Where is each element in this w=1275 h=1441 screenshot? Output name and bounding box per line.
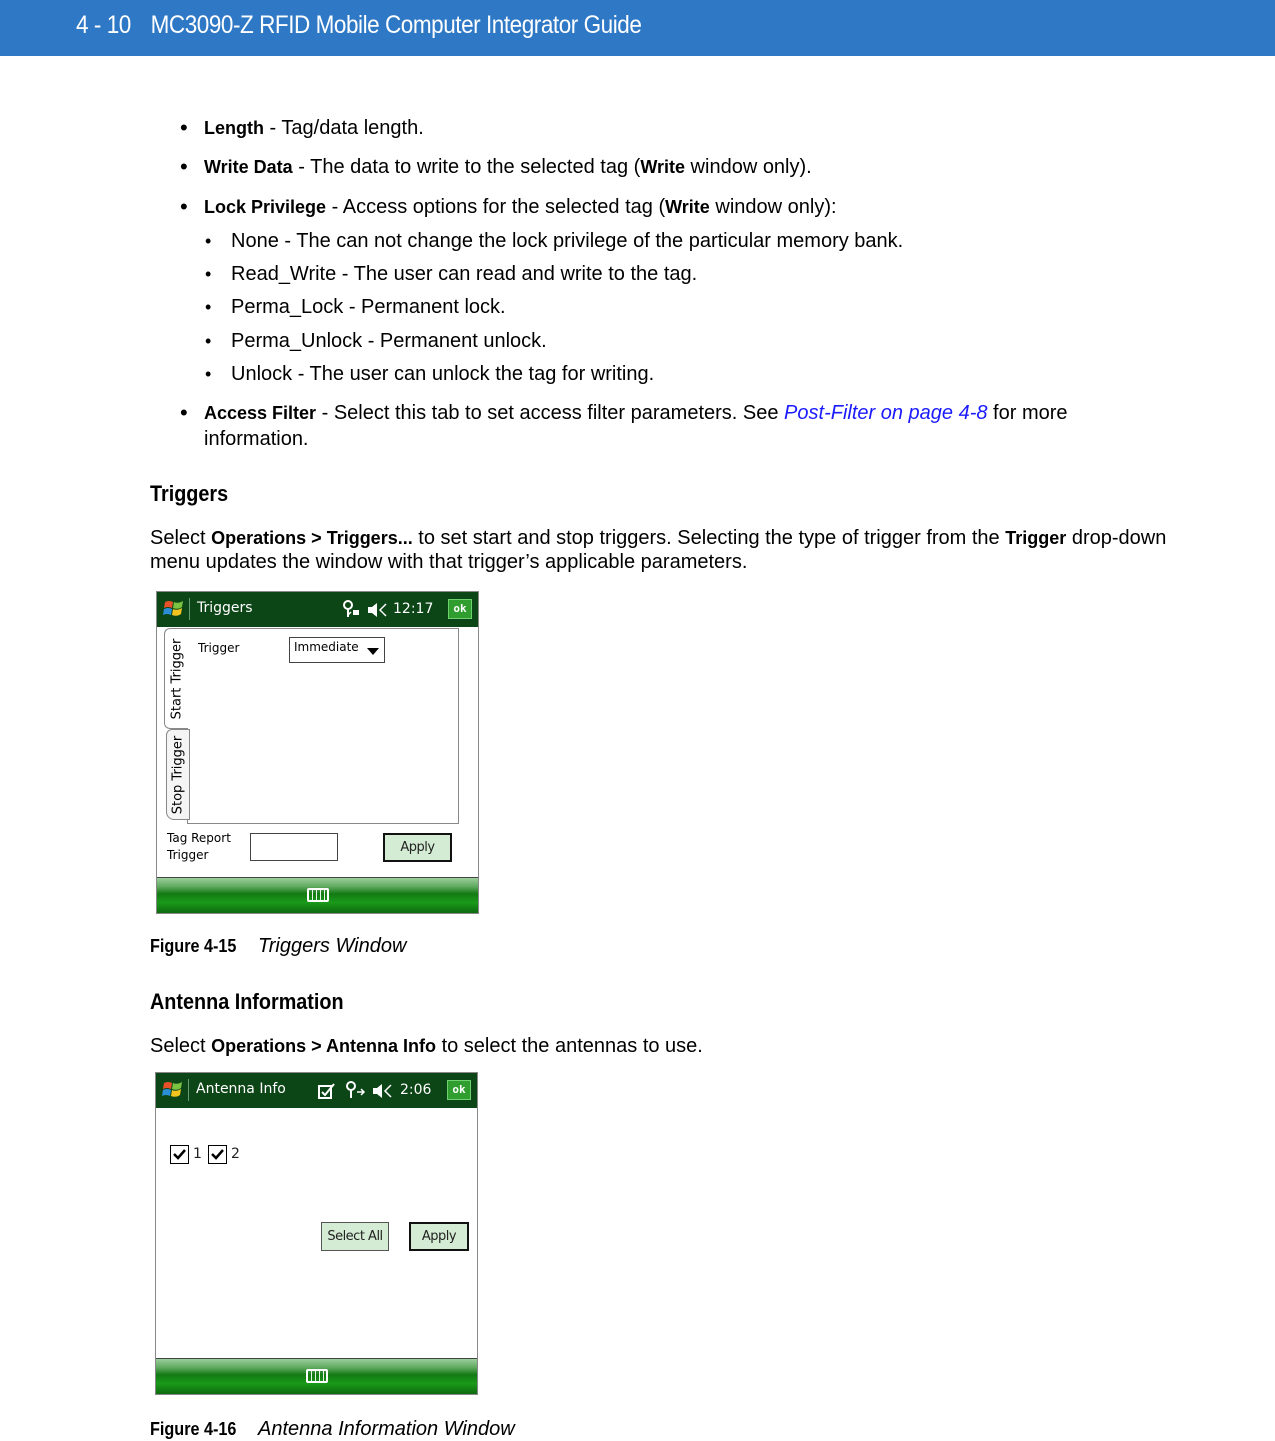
keyboard-icon[interactable] [305,1369,328,1383]
title-bar: Antenna Info 2:06 ok [156,1073,477,1108]
triggers-paragraph-line1: Select Operations > Triggers... to set s… [150,527,1167,549]
tab-start-trigger[interactable]: Start Trigger [164,628,188,729]
sub-bullet: • None - The can not change the lock priv… [205,230,904,252]
section-heading-antenna: Antenna Information [150,989,344,1014]
doc-title: MC3090-Z RFID Mobile Computer Integrator… [150,11,642,39]
windows-start-icon[interactable] [163,598,185,620]
window-title: Antenna Info [196,1081,286,1097]
tab-stop-trigger[interactable]: Stop Trigger [166,729,190,820]
tag-report-trigger-label: Tag Report Trigger [167,831,231,862]
clock[interactable]: 12:17 [393,601,433,617]
triggers-window: Triggers 12:17 ok Start Trigger Stop Tri… [156,591,479,914]
antenna-1-checkbox[interactable] [170,1145,189,1164]
ok-button[interactable]: ok [448,599,472,619]
bullet-access-filter: • Access Filter - Select this tab to set… [180,400,1068,425]
volume-icon[interactable] [367,601,389,619]
chevron-down-icon [367,648,379,655]
page-header: 4 - 10 MC3090-Z RFID Mobile Computer Inte… [0,0,1275,56]
header-text: 4 - 10 MC3090-Z RFID Mobile Computer Inte… [76,11,642,40]
post-filter-link[interactable]: Post-Filter on page 4-8 [784,402,987,424]
trigger-dropdown[interactable]: Immediate [289,637,385,663]
antenna-paragraph: Select Operations > Antenna Info to sele… [150,1035,703,1057]
antenna-1-label: 1 [193,1146,202,1162]
antenna-info-window: Antenna Info 2:06 ok 1 2 Select All Appl… [155,1072,478,1395]
checkbox-tray-icon[interactable] [318,1082,336,1100]
figure-caption-4-15: Figure 4-15 Triggers Window [150,935,407,957]
title-bar: Triggers 12:17 ok [157,592,478,627]
tag-report-trigger-input[interactable] [250,833,338,861]
section-heading-triggers: Triggers [150,481,229,506]
checkmark-icon [173,1149,186,1160]
keyboard-icon[interactable] [306,888,329,902]
page-number: 4 - 10 [76,11,131,39]
trigger-label: Trigger [198,641,240,655]
volume-icon[interactable] [372,1082,394,1100]
window-title: Triggers [197,600,253,616]
bullet-write-data: • Write Data - The data to write to the … [180,154,812,179]
bullet-length: • Length - Tag/data length. [180,115,424,140]
bullet-access-filter-line2: information. [204,428,309,450]
bottom-menu-bar [156,1358,477,1394]
clock[interactable]: 2:06 [400,1082,431,1098]
triggers-paragraph-line2: menu updates the window with that trigge… [150,551,748,573]
sub-bullet: • Read_Write - The user can read and writ… [205,263,698,285]
connectivity-icon[interactable] [344,1080,366,1100]
ok-button[interactable]: ok [447,1080,471,1100]
connectivity-icon[interactable] [341,599,361,619]
bottom-menu-bar [157,877,478,913]
antenna-2-label: 2 [231,1146,240,1162]
bullet-lock-privilege: • Lock Privilege - Access options for th… [180,194,837,219]
sub-bullet: • Unlock - The user can unlock the tag fo… [205,363,655,385]
select-all-button[interactable]: Select All [321,1222,389,1251]
sub-bullet: • Perma_Lock - Permanent lock. [205,296,506,318]
windows-start-icon[interactable] [162,1079,184,1101]
apply-button[interactable]: Apply [383,833,452,862]
figure-caption-4-16: Figure 4-16 Antenna Information Window [150,1418,515,1440]
apply-button[interactable]: Apply [409,1222,469,1251]
checkmark-icon [211,1149,224,1160]
sub-bullet: • Perma_Unlock - Permanent unlock. [205,330,547,352]
antenna-2-checkbox[interactable] [208,1145,227,1164]
